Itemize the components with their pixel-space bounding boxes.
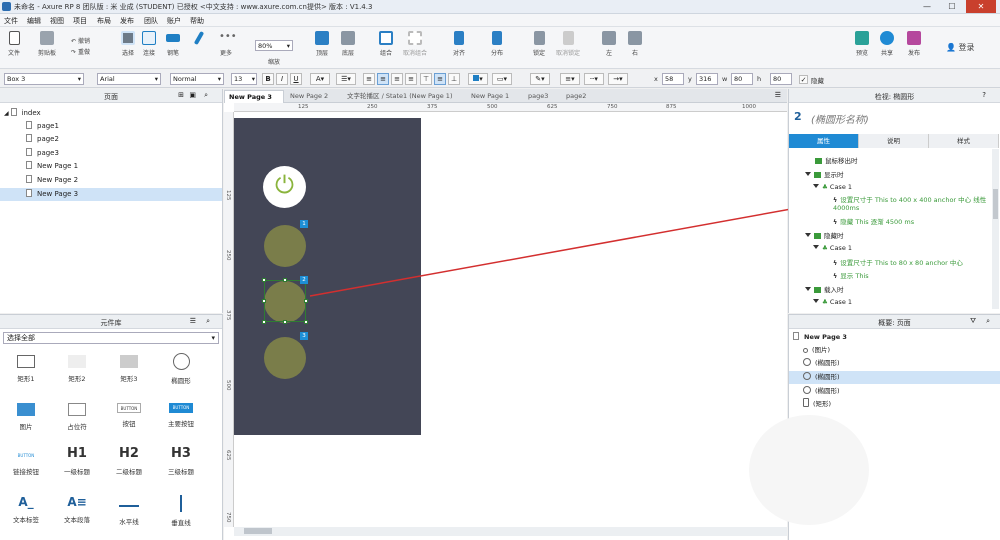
decorative-overlay: [749, 415, 869, 525]
tab-properties[interactable]: 属性: [789, 134, 859, 148]
vertical-scrollbar[interactable]: [992, 149, 999, 309]
case-item[interactable]: ♣ Case 1: [813, 244, 852, 252]
ellipse-icon: [803, 358, 811, 366]
widget-name-input[interactable]: (椭圆形名称): [811, 111, 869, 126]
page-icon: [793, 332, 799, 340]
ellipse-icon: [803, 386, 811, 394]
action-hide[interactable]: ϟ 隐藏 This 逐渐 4500 ms: [833, 216, 914, 226]
ellipse-icon: [803, 372, 811, 380]
collapse-triangle-icon: [805, 172, 811, 176]
outline-title: 概要: 页面: [878, 319, 911, 327]
case-icon: ♣: [822, 183, 830, 191]
lightning-icon: ϟ: [833, 218, 838, 226]
outline-item[interactable]: (矩形): [789, 398, 1000, 411]
collapse-triangle-icon: [805, 287, 811, 291]
inspector-header: 检视: 椭圆形 ?: [789, 89, 1000, 103]
scrollbar-thumb[interactable]: [993, 189, 998, 219]
action-set-size[interactable]: ϟ 设置尺寸于 This to 80 x 80 anchor 中心: [833, 257, 963, 267]
collapse-triangle-icon: [813, 184, 819, 188]
event-flag-icon: [814, 172, 821, 178]
outline-page-item[interactable]: New Page 3: [789, 331, 1000, 344]
outline-panel: 概要: 页面 ⛛ ⌕ New Page 3 (图片) (椭圆形) (椭圆形) (…: [749, 314, 1000, 540]
case-icon: ♣: [822, 244, 830, 252]
filter-icon[interactable]: ⛛: [970, 317, 976, 326]
event-flag-icon: [815, 158, 822, 164]
tab-style[interactable]: 样式: [929, 134, 999, 148]
event-on-load[interactable]: 载入时: [805, 284, 844, 294]
outline-item[interactable]: (椭圆形): [789, 357, 1000, 370]
collapse-triangle-icon: [805, 233, 811, 237]
search-icon[interactable]: ⌕: [986, 317, 990, 326]
outline-header: 概要: 页面 ⛛ ⌕: [789, 315, 1000, 329]
case-item[interactable]: ♣ Case 1: [813, 298, 852, 306]
event-flag-icon: [814, 287, 821, 293]
widget-number: 2: [794, 110, 802, 123]
lightning-icon: ϟ: [833, 196, 838, 204]
outline-item[interactable]: (图片): [789, 344, 1000, 357]
tab-notes[interactable]: 说明: [859, 134, 929, 148]
help-icon[interactable]: ?: [982, 91, 986, 99]
collapse-triangle-icon: [813, 245, 819, 249]
lightning-icon: ϟ: [833, 272, 838, 280]
lightning-icon: ϟ: [833, 259, 838, 267]
event-flag-icon: [814, 233, 821, 239]
case-icon: ♣: [822, 298, 830, 306]
case-item[interactable]: ♣ Case 1: [813, 183, 852, 191]
image-icon: [803, 348, 808, 353]
outline-item[interactable]: (椭圆形): [789, 385, 1000, 398]
collapse-triangle-icon: [813, 299, 819, 303]
rectangle-icon: [803, 398, 809, 407]
inspector-title: 检视: 椭圆形: [874, 93, 915, 101]
inspector-panel: 检视: 椭圆形 ? 2 (椭圆形名称) 属性 说明 样式 鼠标移出时 显示时 ♣…: [788, 89, 1000, 313]
event-on-show[interactable]: 显示时: [805, 169, 844, 179]
action-show[interactable]: ϟ 显示 This: [833, 270, 869, 280]
event-mouse-out[interactable]: 鼠标移出时: [815, 155, 858, 165]
outline-item-selected[interactable]: (椭圆形): [789, 371, 1000, 384]
action-set-size[interactable]: ϟ 设置尺寸于 This to 400 x 400 anchor 中心 线性 40…: [833, 196, 999, 212]
event-on-hide[interactable]: 隐藏时: [805, 230, 844, 240]
